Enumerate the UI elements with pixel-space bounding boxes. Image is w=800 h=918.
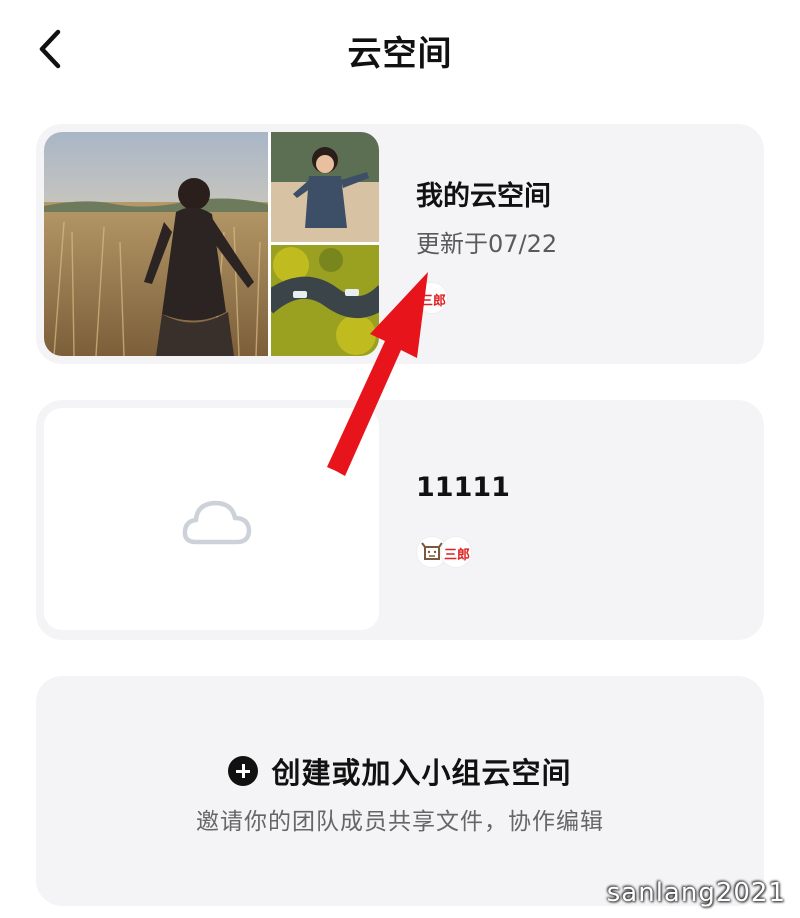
cloud-icon [182, 500, 252, 545]
member-avatar: 三郎 [440, 536, 472, 568]
avatar-label: 三郎 [419, 294, 446, 309]
create-group-space-card[interactable]: 创建或加入小组云空间 邀请你的团队成员共享文件，协作编辑 [36, 676, 764, 906]
avatar-label: 三郎 [443, 548, 470, 563]
space-name: 我的云空间 [416, 181, 551, 212]
space-thumbnail-empty [44, 408, 379, 630]
photo-child-beach [271, 132, 379, 242]
space-name: 11111 [416, 472, 510, 503]
page-title: 云空间 [347, 34, 453, 74]
member-avatar: 三郎 [416, 282, 448, 314]
top-bar: 云空间 [0, 0, 800, 100]
plus-circle-icon [228, 756, 259, 786]
watermark-text: sanlang2021 [606, 878, 786, 908]
photo-road-aerial [271, 245, 379, 356]
space-card-my-cloud[interactable]: 我的云空间 更新于07/22 三郎 [36, 124, 764, 364]
create-group-description: 邀请你的团队成员共享文件，协作编辑 [196, 809, 604, 835]
space-card-11111[interactable]: 11111 logo 三郎 [36, 400, 764, 640]
space-thumbnail-collage [44, 132, 379, 356]
photo-woman-field [44, 132, 268, 356]
space-updated-date: 更新于07/22 [416, 230, 558, 258]
create-group-button[interactable]: 创建或加入小组云空间 [36, 750, 764, 790]
create-group-label: 创建或加入小组云空间 [271, 756, 572, 790]
